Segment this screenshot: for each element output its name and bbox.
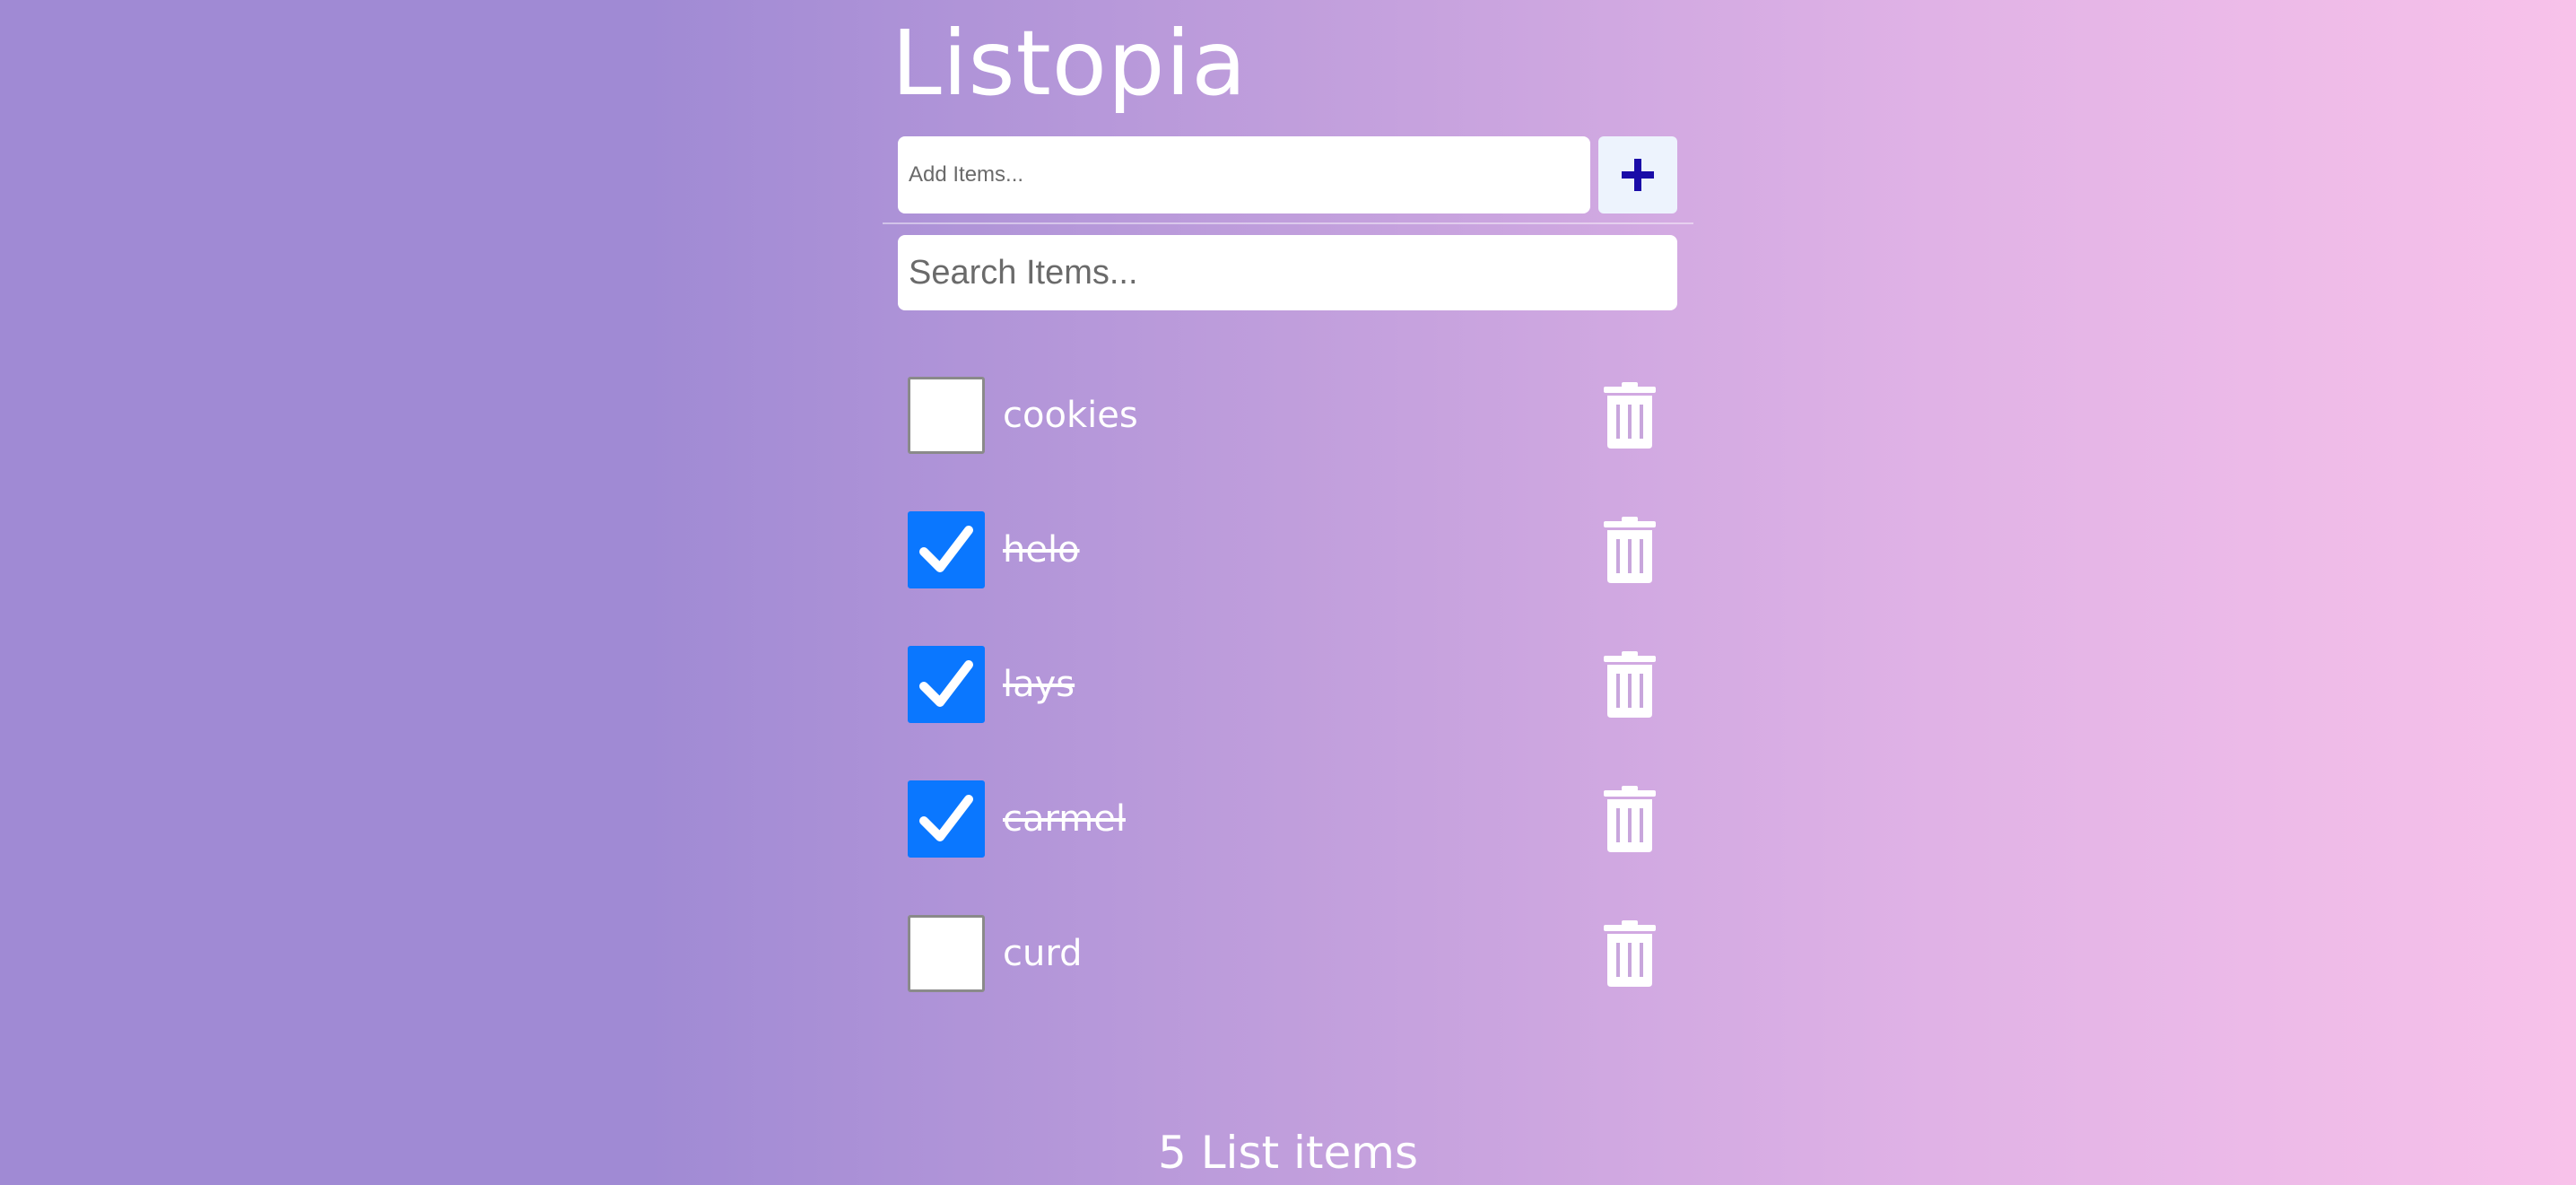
- item-checkbox[interactable]: [908, 915, 985, 992]
- item-checkbox[interactable]: [908, 377, 985, 454]
- list-item: curd: [906, 915, 1677, 996]
- checkmark-icon: [919, 660, 973, 707]
- item-label: helo: [1003, 529, 1080, 571]
- item-label: carmel: [1003, 798, 1126, 840]
- item-checkbox[interactable]: [908, 780, 985, 858]
- checkmark-icon: [919, 526, 973, 572]
- trash-icon: [1604, 920, 1656, 987]
- trash-icon: [1604, 786, 1656, 852]
- delete-button[interactable]: [1602, 517, 1658, 583]
- trash-icon: [1604, 517, 1656, 583]
- delete-button[interactable]: [1602, 786, 1658, 852]
- search-input[interactable]: [898, 235, 1677, 310]
- list-item: helo: [906, 511, 1677, 592]
- item-label: cookies: [1003, 395, 1138, 436]
- delete-button[interactable]: [1602, 920, 1658, 987]
- list-item: carmel: [906, 780, 1677, 861]
- item-count: 5 List items: [1157, 1127, 1418, 1179]
- trash-icon: [1604, 651, 1656, 718]
- item-label: lays: [1003, 664, 1075, 705]
- item-checkbox[interactable]: [908, 646, 985, 723]
- item-checkbox[interactable]: [908, 511, 985, 588]
- checkmark-icon: [919, 795, 973, 841]
- delete-button[interactable]: [1602, 651, 1658, 718]
- add-item-button[interactable]: [1598, 136, 1677, 213]
- app-title: Listopia: [892, 11, 1248, 116]
- delete-button[interactable]: [1602, 382, 1658, 449]
- divider: [883, 222, 1693, 224]
- app-container: Listopia cookies: [883, 0, 1693, 1185]
- plus-icon: [1622, 159, 1654, 191]
- list-item: lays: [906, 646, 1677, 727]
- item-label: curd: [1003, 933, 1083, 974]
- trash-icon: [1604, 382, 1656, 449]
- list-item: cookies: [906, 377, 1677, 457]
- add-item-input[interactable]: [898, 136, 1590, 213]
